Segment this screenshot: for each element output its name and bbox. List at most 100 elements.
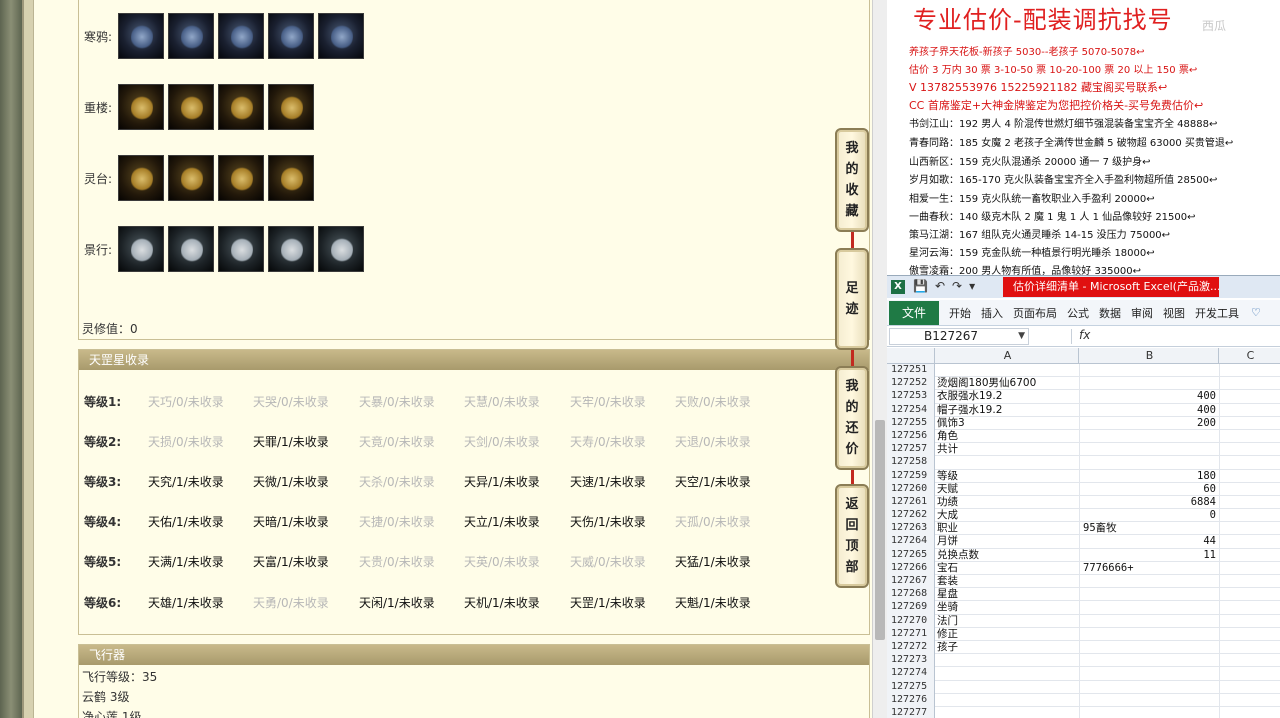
game-scrollbar[interactable] (872, 0, 887, 718)
row-number[interactable]: 127260 (887, 482, 935, 496)
cell-a[interactable]: 大成 (937, 509, 1079, 521)
select-all-corner[interactable] (887, 348, 935, 364)
row-number[interactable]: 127252 (887, 377, 935, 391)
cell-a[interactable]: 衣服强水19.2 (937, 390, 1079, 402)
cell-b[interactable]: 6884 (1081, 496, 1219, 508)
row-number[interactable]: 127256 (887, 429, 935, 444)
cell-a[interactable]: 佩饰3 (937, 417, 1079, 429)
cell-b[interactable]: 44 (1081, 535, 1219, 547)
row-number[interactable]: 127258 (887, 456, 935, 470)
column-header[interactable]: A (937, 348, 1079, 364)
equipment-item-icon[interactable] (318, 13, 364, 59)
fx-icon[interactable]: fx (1079, 328, 1090, 342)
quick-access-icon[interactable]: ↷ (952, 279, 962, 293)
row-number[interactable]: 127259 (887, 469, 935, 483)
row-number[interactable]: 127271 (887, 627, 935, 641)
ribbon-tab[interactable]: 审阅 (1131, 305, 1153, 321)
row-number[interactable]: 127275 (887, 680, 935, 694)
cell-a[interactable]: 兑换点数 (937, 549, 1079, 561)
cell-b[interactable]: 400 (1081, 404, 1219, 416)
row-number[interactable]: 127263 (887, 522, 935, 536)
row-number[interactable]: 127265 (887, 548, 935, 562)
quick-access-icon[interactable]: 💾 (913, 279, 928, 293)
ribbon-tab[interactable]: 数据 (1099, 305, 1121, 321)
cell-a[interactable]: 月饼 (937, 535, 1079, 547)
row-number[interactable]: 127269 (887, 601, 935, 615)
cell-b[interactable]: 60 (1081, 483, 1219, 495)
row-number[interactable]: 127270 (887, 614, 935, 628)
cell-b[interactable]: 200 (1081, 417, 1219, 429)
row-number[interactable]: 127277 (887, 706, 935, 718)
column-header[interactable]: C (1221, 348, 1280, 364)
cell-a[interactable]: 孩子 (937, 641, 1079, 653)
cell-b[interactable]: 95畜牧 (1081, 522, 1219, 534)
cell-a[interactable]: 等级 (937, 470, 1079, 482)
equipment-item-icon[interactable] (218, 84, 264, 130)
ribbon-tab[interactable]: 开发工具 (1195, 305, 1239, 321)
file-tab[interactable]: 文件 (889, 300, 939, 325)
equipment-item-icon[interactable] (268, 84, 314, 130)
equipment-item-icon[interactable] (268, 226, 314, 272)
cell-b[interactable]: 11 (1081, 549, 1219, 561)
side-button[interactable]: 足迹 (835, 248, 869, 350)
row-number[interactable]: 127266 (887, 561, 935, 575)
cell-b[interactable]: 0 (1081, 509, 1219, 521)
column-header[interactable]: B (1081, 348, 1219, 364)
cell-a[interactable]: 星盘 (937, 588, 1079, 600)
cell-a[interactable]: 角色 (937, 430, 1079, 442)
cell-a[interactable]: 烫烟阁180男仙6700 (937, 377, 1079, 389)
cell-a[interactable]: 共计 (937, 443, 1079, 455)
cell-a[interactable]: 套装 (937, 575, 1079, 587)
quick-access-icon[interactable]: ▾ (969, 279, 975, 293)
equipment-item-icon[interactable] (268, 155, 314, 201)
cell-b[interactable]: 400 (1081, 390, 1219, 402)
cell-a[interactable]: 修正 (937, 628, 1079, 640)
excel-app-icon[interactable]: X (891, 280, 905, 294)
row-number[interactable]: 127274 (887, 667, 935, 681)
row-number[interactable]: 127273 (887, 654, 935, 668)
row-number[interactable]: 127267 (887, 575, 935, 589)
row-number[interactable]: 127257 (887, 443, 935, 457)
equipment-item-icon[interactable] (168, 13, 214, 59)
equipment-item-icon[interactable] (118, 155, 164, 201)
equipment-item-icon[interactable] (268, 13, 314, 59)
row-number[interactable]: 127262 (887, 509, 935, 523)
row-number[interactable]: 127264 (887, 535, 935, 549)
row-number[interactable]: 127272 (887, 640, 935, 655)
side-button[interactable]: 我的还价 (835, 366, 869, 470)
row-number[interactable]: 127251 (887, 364, 935, 378)
equipment-item-icon[interactable] (318, 226, 364, 272)
equipment-item-icon[interactable] (118, 84, 164, 130)
cell-b[interactable]: 7776666+ (1081, 562, 1219, 574)
ribbon-tab[interactable]: 开始 (949, 305, 971, 321)
equipment-item-icon[interactable] (118, 13, 164, 59)
ribbon-tab[interactable]: 页面布局 (1013, 305, 1057, 321)
quick-access-icon[interactable]: ↶ (935, 279, 945, 293)
equipment-item-icon[interactable] (218, 155, 264, 201)
row-number[interactable]: 127253 (887, 390, 935, 404)
row-number[interactable]: 127268 (887, 588, 935, 602)
cell-a[interactable]: 天赋 (937, 483, 1079, 495)
name-box[interactable]: B127267 ▼ (889, 328, 1029, 345)
chevron-down-icon[interactable]: ▼ (1018, 329, 1025, 344)
ribbon-tab[interactable]: 插入 (981, 305, 1003, 321)
help-icon[interactable]: ♡ (1251, 306, 1261, 319)
equipment-item-icon[interactable] (168, 155, 214, 201)
equipment-item-icon[interactable] (218, 13, 264, 59)
equipment-item-icon[interactable] (118, 226, 164, 272)
equipment-item-icon[interactable] (168, 84, 214, 130)
equipment-item-icon[interactable] (218, 226, 264, 272)
row-number[interactable]: 127255 (887, 416, 935, 430)
side-button[interactable]: 返回顶部 (835, 484, 869, 588)
ribbon-tab[interactable]: 公式 (1067, 305, 1089, 321)
cell-a[interactable]: 坐骑 (937, 601, 1079, 613)
equipment-item-icon[interactable] (168, 226, 214, 272)
side-button[interactable]: 我的收藏 (835, 128, 869, 232)
row-number[interactable]: 127261 (887, 495, 935, 510)
ribbon-tab[interactable]: 视图 (1163, 305, 1185, 321)
row-number[interactable]: 127276 (887, 693, 935, 707)
cell-a[interactable]: 法门 (937, 615, 1079, 627)
cell-a[interactable]: 职业 (937, 522, 1079, 534)
scrollbar-thumb[interactable] (875, 420, 885, 640)
row-number[interactable]: 127254 (887, 403, 935, 417)
